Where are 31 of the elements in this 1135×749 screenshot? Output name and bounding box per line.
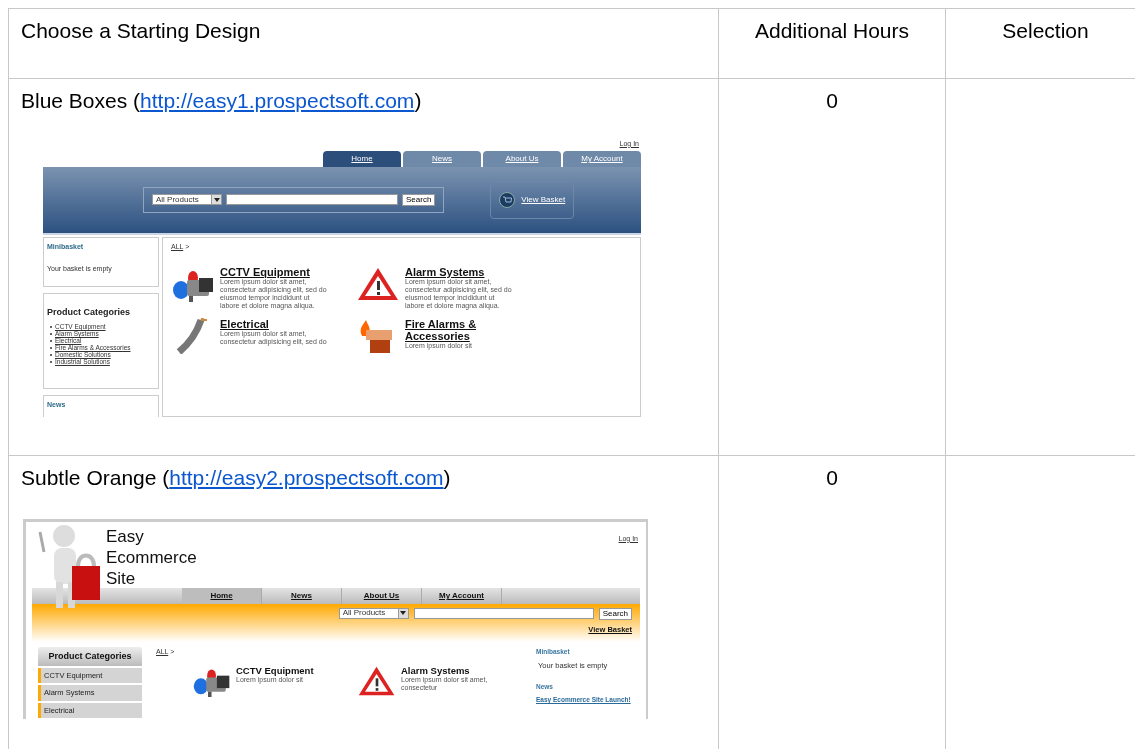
column-header: Additional Hours <box>719 9 946 79</box>
panel-title: Product Categories <box>47 305 132 319</box>
design-title: Blue Boxes (http://easy1.prospectsoft.com) <box>21 88 423 114</box>
view-basket-link[interactable]: View Basket <box>521 193 566 206</box>
design-title: Subtle Orange (http://easy2.prospectsoft.com) <box>21 465 452 491</box>
search-button[interactable]: Search <box>402 193 436 206</box>
nav-tab[interactable]: About Us <box>483 150 561 167</box>
nav-tab[interactable]: News <box>403 150 481 167</box>
hours-value: 0 <box>826 466 838 489</box>
product-title-link[interactable]: Alarm Systems <box>401 665 522 676</box>
nav-tab[interactable]: My Account <box>422 587 502 604</box>
search-button[interactable]: Search <box>598 607 632 620</box>
panel-title: Product Categories <box>38 646 142 666</box>
nav-tab[interactable]: Home <box>323 150 401 167</box>
hours-value: 0 <box>826 89 838 112</box>
site-logo-text: Easy Ecommerce Site <box>105 525 198 586</box>
column-header: Selection <box>946 9 1135 79</box>
site-link[interactable]: http://easy2.prospectsoft.com <box>169 466 444 489</box>
column-header: Choose a Starting Design <box>9 9 719 79</box>
category-dropdown[interactable]: All Products <box>152 194 222 205</box>
nav-tab[interactable]: News <box>262 587 342 604</box>
product-title-link[interactable]: Fire Alarms & Accessories <box>405 318 531 342</box>
category-dropdown[interactable]: All Products <box>338 607 409 619</box>
nav-tab[interactable]: About Us <box>342 587 422 604</box>
product-title-link[interactable]: Alarm Systems <box>405 266 515 278</box>
product-title-link[interactable]: CCTV Equipment <box>220 266 330 278</box>
nav-tab[interactable]: My Account <box>563 150 641 167</box>
product-title-link[interactable]: CCTV Equipment <box>236 665 314 676</box>
nav-tab[interactable]: Home <box>182 587 262 604</box>
site-link[interactable]: http://easy1.prospectsoft.com <box>140 89 415 112</box>
product-title-link[interactable]: Electrical <box>220 318 330 330</box>
